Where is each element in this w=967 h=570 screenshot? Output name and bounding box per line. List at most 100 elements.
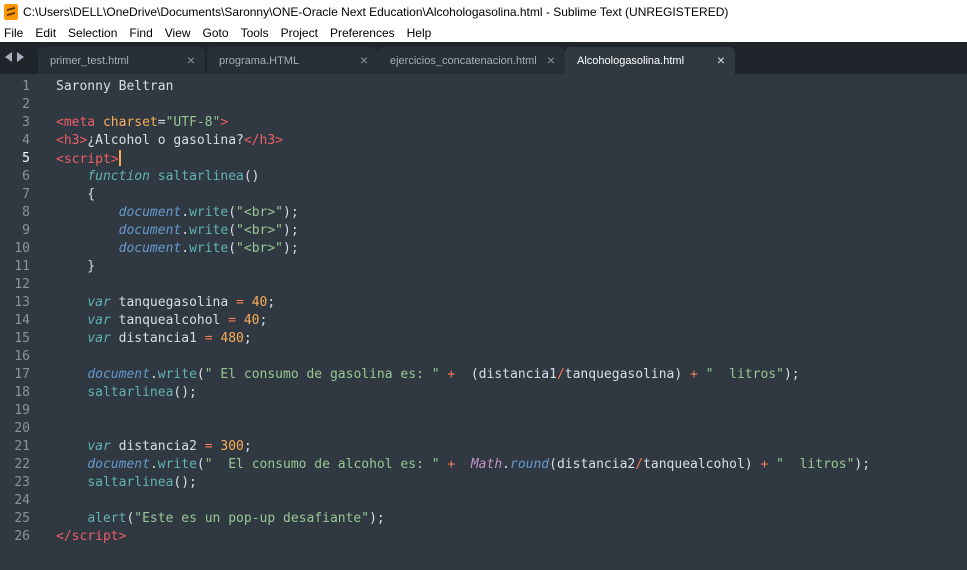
code-token: tanquegasolina — [110, 295, 237, 310]
line-number: 17 — [14, 367, 30, 382]
code-line[interactable]: document.write("<br>"); — [56, 240, 967, 258]
tab-close-icon[interactable]: × — [360, 53, 368, 67]
tab-close-icon[interactable]: × — [187, 53, 195, 67]
title-bar: C:\Users\DELL\OneDrive\Documents\Saronny… — [0, 0, 967, 24]
menu-goto[interactable]: Goto — [203, 26, 229, 40]
code-line[interactable]: </script> — [56, 528, 967, 546]
line-number: 11 — [14, 259, 30, 274]
code-line[interactable]: saltarlinea(); — [56, 384, 967, 402]
code-token: (distancia2 — [549, 457, 636, 472]
menu-edit[interactable]: Edit — [35, 26, 56, 40]
menu-file[interactable]: File — [4, 26, 23, 40]
text-cursor — [118, 150, 121, 166]
code-token: tanquegasolina) — [564, 367, 691, 382]
code-token: ( — [228, 205, 237, 220]
code-line[interactable]: } — [56, 258, 967, 276]
menu-preferences[interactable]: Preferences — [330, 26, 395, 40]
tab-primer-test[interactable]: primer_test.html × — [38, 47, 205, 74]
code-token: ; — [259, 313, 268, 328]
code-token: . — [181, 223, 190, 238]
menu-tools[interactable]: Tools — [241, 26, 269, 40]
line-number: 7 — [22, 187, 30, 202]
code-editor[interactable]: 1 2 3 4 5 6 7 8 9 10 11 12 13 14 15 16 17 18 19 20 21 22 23 24 2… — [0, 74, 967, 570]
code-token: saltarlinea — [87, 385, 174, 400]
code-token: ); — [369, 511, 385, 526]
code-token: . — [149, 457, 158, 472]
code-token: 40 — [243, 313, 260, 328]
tab-alcohologasolina[interactable]: Alcohologasolina.html × — [565, 47, 735, 74]
code-token: write — [189, 241, 229, 256]
code-token: " El consumo de alcohol es: " — [204, 457, 440, 472]
code-line[interactable]: document.write(" El consumo de gasolina … — [56, 366, 967, 384]
code-line[interactable]: var tanquealcohol = 40; — [56, 312, 967, 330]
code-token: Saronny Beltran — [56, 79, 174, 94]
code-line[interactable]: <h3>¿Alcohol o gasolina?</h3> — [56, 132, 967, 150]
line-number: 5 — [22, 151, 30, 166]
tab-close-icon[interactable]: × — [547, 53, 555, 67]
code-token: = — [204, 439, 213, 454]
code-line[interactable]: var tanquegasolina = 40; — [56, 294, 967, 312]
tab-programa[interactable]: programa.HTML × — [207, 47, 378, 74]
code-line[interactable]: <meta charset="UTF-8"> — [56, 114, 967, 132]
code-token: > — [118, 529, 127, 544]
code-token: write — [157, 367, 197, 382]
code-token: . — [149, 367, 158, 382]
code-line[interactable]: <script> — [56, 150, 967, 168]
tab-right-arrow-icon[interactable] — [17, 52, 24, 62]
code-line[interactable]: saltarlinea(); — [56, 474, 967, 492]
tab-left-arrow-icon[interactable] — [5, 52, 12, 62]
code-line[interactable]: document.write("<br>"); — [56, 204, 967, 222]
tab-label: ejercicios_concatenacion.html — [390, 54, 537, 67]
code-token: function — [87, 169, 150, 184]
code-token: () — [243, 169, 260, 184]
code-line[interactable]: function saltarlinea() — [56, 168, 967, 186]
line-number: 23 — [14, 475, 30, 490]
menu-view[interactable]: View — [165, 26, 191, 40]
tab-nav-arrows — [5, 52, 24, 62]
menu-selection[interactable]: Selection — [68, 26, 117, 40]
code-token: } — [56, 259, 96, 274]
tab-ejercicios-concatenacion[interactable]: ejercicios_concatenacion.html × — [378, 47, 565, 74]
code-line[interactable] — [56, 276, 967, 294]
tab-bar: primer_test.html × programa.HTML × ejerc… — [0, 42, 967, 74]
code-line[interactable]: alert("Este es un pop-up desafiante"); — [56, 510, 967, 528]
code-token: var — [87, 295, 111, 310]
menu-project[interactable]: Project — [281, 26, 318, 40]
code-line[interactable] — [56, 402, 967, 420]
code-line[interactable] — [56, 492, 967, 510]
code-line[interactable]: var distancia1 = 480; — [56, 330, 967, 348]
code-line[interactable] — [56, 96, 967, 114]
code-token: ; — [243, 439, 252, 454]
code-line[interactable]: document.write(" El consumo de alcohol e… — [56, 456, 967, 474]
code-token: </ — [243, 133, 260, 148]
code-line[interactable]: var distancia2 = 300; — [56, 438, 967, 456]
code-line[interactable]: { — [56, 186, 967, 204]
code-token: ); — [283, 223, 299, 238]
code-token: charset — [95, 115, 158, 130]
code-token: ( — [196, 367, 205, 382]
code-area[interactable]: Saronny Beltran <meta charset="UTF-8"> <h3… — [56, 78, 967, 546]
line-number: 22 — [14, 457, 30, 472]
tab-close-icon[interactable]: × — [717, 53, 725, 67]
menu-help[interactable]: Help — [407, 26, 432, 40]
code-token: "<br>" — [236, 205, 284, 220]
code-token: round — [510, 457, 550, 472]
menu-find[interactable]: Find — [129, 26, 152, 40]
code-line[interactable] — [56, 348, 967, 366]
line-number: 12 — [14, 277, 30, 292]
code-line[interactable]: Saronny Beltran — [56, 78, 967, 96]
code-token: "UTF-8" — [165, 115, 221, 130]
code-token: ); — [854, 457, 871, 472]
code-token: . — [181, 205, 190, 220]
code-line[interactable] — [56, 420, 967, 438]
code-line[interactable]: document.write("<br>"); — [56, 222, 967, 240]
